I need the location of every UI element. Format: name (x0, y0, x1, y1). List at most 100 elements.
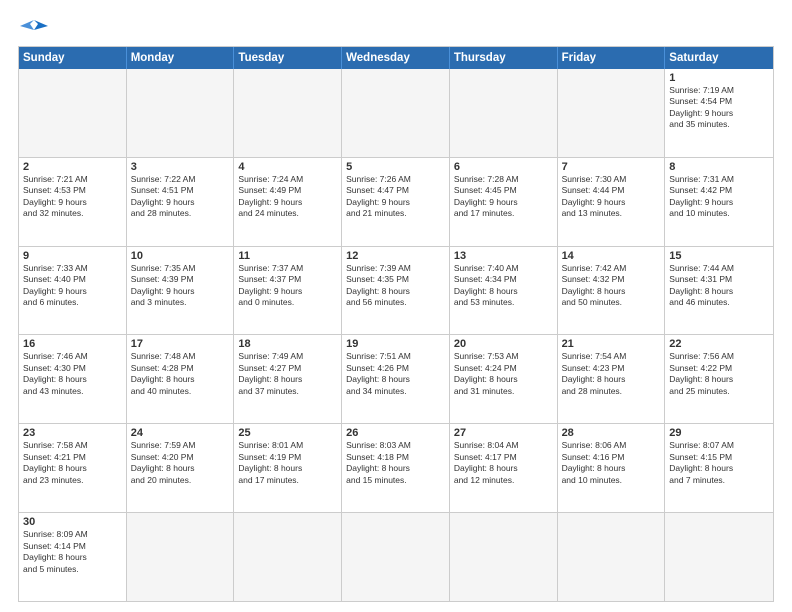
cell-info: Sunrise: 8:09 AM Sunset: 4:14 PM Dayligh… (23, 529, 122, 575)
calendar-cell (234, 69, 342, 157)
date-number: 20 (454, 338, 553, 350)
logo-bird-icon (20, 16, 48, 38)
cell-info: Sunrise: 8:06 AM Sunset: 4:16 PM Dayligh… (562, 440, 661, 486)
date-number: 12 (346, 250, 445, 262)
date-number: 7 (562, 161, 661, 173)
date-number: 29 (669, 427, 769, 439)
cell-info: Sunrise: 7:42 AM Sunset: 4:32 PM Dayligh… (562, 263, 661, 309)
weekday-header-friday: Friday (558, 47, 666, 69)
calendar-cell: 19Sunrise: 7:51 AM Sunset: 4:26 PM Dayli… (342, 335, 450, 423)
calendar-cell (19, 69, 127, 157)
date-number: 26 (346, 427, 445, 439)
calendar-row-2: 9Sunrise: 7:33 AM Sunset: 4:40 PM Daylig… (19, 247, 773, 336)
calendar-cell: 29Sunrise: 8:07 AM Sunset: 4:15 PM Dayli… (665, 424, 773, 512)
date-number: 15 (669, 250, 769, 262)
weekday-header-tuesday: Tuesday (234, 47, 342, 69)
calendar-cell: 17Sunrise: 7:48 AM Sunset: 4:28 PM Dayli… (127, 335, 235, 423)
date-number: 21 (562, 338, 661, 350)
calendar-cell: 6Sunrise: 7:28 AM Sunset: 4:45 PM Daylig… (450, 158, 558, 246)
calendar-cell: 3Sunrise: 7:22 AM Sunset: 4:51 PM Daylig… (127, 158, 235, 246)
cell-info: Sunrise: 7:26 AM Sunset: 4:47 PM Dayligh… (346, 174, 445, 220)
date-number: 27 (454, 427, 553, 439)
calendar-row-5: 30Sunrise: 8:09 AM Sunset: 4:14 PM Dayli… (19, 513, 773, 601)
cell-info: Sunrise: 8:04 AM Sunset: 4:17 PM Dayligh… (454, 440, 553, 486)
calendar-cell: 20Sunrise: 7:53 AM Sunset: 4:24 PM Dayli… (450, 335, 558, 423)
cell-info: Sunrise: 7:39 AM Sunset: 4:35 PM Dayligh… (346, 263, 445, 309)
date-number: 28 (562, 427, 661, 439)
date-number: 3 (131, 161, 230, 173)
calendar-cell: 2Sunrise: 7:21 AM Sunset: 4:53 PM Daylig… (19, 158, 127, 246)
calendar-cell (234, 513, 342, 601)
cell-info: Sunrise: 8:07 AM Sunset: 4:15 PM Dayligh… (669, 440, 769, 486)
date-number: 17 (131, 338, 230, 350)
calendar-cell: 18Sunrise: 7:49 AM Sunset: 4:27 PM Dayli… (234, 335, 342, 423)
cell-info: Sunrise: 7:54 AM Sunset: 4:23 PM Dayligh… (562, 351, 661, 397)
calendar-cell (342, 69, 450, 157)
calendar-cell: 27Sunrise: 8:04 AM Sunset: 4:17 PM Dayli… (450, 424, 558, 512)
date-number: 25 (238, 427, 337, 439)
date-number: 22 (669, 338, 769, 350)
calendar-cell: 13Sunrise: 7:40 AM Sunset: 4:34 PM Dayli… (450, 247, 558, 335)
calendar-cell: 14Sunrise: 7:42 AM Sunset: 4:32 PM Dayli… (558, 247, 666, 335)
calendar-cell (665, 513, 773, 601)
calendar-cell: 26Sunrise: 8:03 AM Sunset: 4:18 PM Dayli… (342, 424, 450, 512)
cell-info: Sunrise: 7:58 AM Sunset: 4:21 PM Dayligh… (23, 440, 122, 486)
calendar-cell: 7Sunrise: 7:30 AM Sunset: 4:44 PM Daylig… (558, 158, 666, 246)
date-number: 30 (23, 516, 122, 528)
calendar-cell: 22Sunrise: 7:56 AM Sunset: 4:22 PM Dayli… (665, 335, 773, 423)
header (18, 18, 774, 38)
cell-info: Sunrise: 7:37 AM Sunset: 4:37 PM Dayligh… (238, 263, 337, 309)
cell-info: Sunrise: 7:24 AM Sunset: 4:49 PM Dayligh… (238, 174, 337, 220)
weekday-header-wednesday: Wednesday (342, 47, 450, 69)
cell-info: Sunrise: 7:22 AM Sunset: 4:51 PM Dayligh… (131, 174, 230, 220)
calendar: SundayMondayTuesdayWednesdayThursdayFrid… (18, 46, 774, 602)
calendar-cell: 5Sunrise: 7:26 AM Sunset: 4:47 PM Daylig… (342, 158, 450, 246)
calendar-cell (127, 513, 235, 601)
cell-info: Sunrise: 8:01 AM Sunset: 4:19 PM Dayligh… (238, 440, 337, 486)
cell-info: Sunrise: 7:21 AM Sunset: 4:53 PM Dayligh… (23, 174, 122, 220)
cell-info: Sunrise: 7:30 AM Sunset: 4:44 PM Dayligh… (562, 174, 661, 220)
calendar-row-0: 1Sunrise: 7:19 AM Sunset: 4:54 PM Daylig… (19, 69, 773, 158)
calendar-cell: 15Sunrise: 7:44 AM Sunset: 4:31 PM Dayli… (665, 247, 773, 335)
date-number: 11 (238, 250, 337, 262)
calendar-cell: 11Sunrise: 7:37 AM Sunset: 4:37 PM Dayli… (234, 247, 342, 335)
calendar-cell: 23Sunrise: 7:58 AM Sunset: 4:21 PM Dayli… (19, 424, 127, 512)
calendar-cell: 12Sunrise: 7:39 AM Sunset: 4:35 PM Dayli… (342, 247, 450, 335)
date-number: 16 (23, 338, 122, 350)
date-number: 14 (562, 250, 661, 262)
date-number: 13 (454, 250, 553, 262)
calendar-cell: 9Sunrise: 7:33 AM Sunset: 4:40 PM Daylig… (19, 247, 127, 335)
cell-info: Sunrise: 7:31 AM Sunset: 4:42 PM Dayligh… (669, 174, 769, 220)
calendar-cell (127, 69, 235, 157)
date-number: 4 (238, 161, 337, 173)
calendar-row-3: 16Sunrise: 7:46 AM Sunset: 4:30 PM Dayli… (19, 335, 773, 424)
cell-info: Sunrise: 7:44 AM Sunset: 4:31 PM Dayligh… (669, 263, 769, 309)
calendar-cell: 21Sunrise: 7:54 AM Sunset: 4:23 PM Dayli… (558, 335, 666, 423)
calendar-cell (558, 69, 666, 157)
cell-info: Sunrise: 7:53 AM Sunset: 4:24 PM Dayligh… (454, 351, 553, 397)
date-number: 10 (131, 250, 230, 262)
calendar-header-row: SundayMondayTuesdayWednesdayThursdayFrid… (19, 47, 773, 69)
weekday-header-saturday: Saturday (665, 47, 773, 69)
date-number: 9 (23, 250, 122, 262)
calendar-cell (450, 69, 558, 157)
date-number: 6 (454, 161, 553, 173)
cell-info: Sunrise: 7:56 AM Sunset: 4:22 PM Dayligh… (669, 351, 769, 397)
cell-info: Sunrise: 7:33 AM Sunset: 4:40 PM Dayligh… (23, 263, 122, 309)
calendar-page: SundayMondayTuesdayWednesdayThursdayFrid… (0, 0, 792, 612)
date-number: 8 (669, 161, 769, 173)
calendar-cell: 10Sunrise: 7:35 AM Sunset: 4:39 PM Dayli… (127, 247, 235, 335)
cell-info: Sunrise: 7:46 AM Sunset: 4:30 PM Dayligh… (23, 351, 122, 397)
date-number: 2 (23, 161, 122, 173)
date-number: 23 (23, 427, 122, 439)
calendar-cell (558, 513, 666, 601)
calendar-cell: 4Sunrise: 7:24 AM Sunset: 4:49 PM Daylig… (234, 158, 342, 246)
calendar-cell (450, 513, 558, 601)
calendar-row-1: 2Sunrise: 7:21 AM Sunset: 4:53 PM Daylig… (19, 158, 773, 247)
date-number: 19 (346, 338, 445, 350)
cell-info: Sunrise: 7:59 AM Sunset: 4:20 PM Dayligh… (131, 440, 230, 486)
calendar-cell: 1Sunrise: 7:19 AM Sunset: 4:54 PM Daylig… (665, 69, 773, 157)
calendar-body: 1Sunrise: 7:19 AM Sunset: 4:54 PM Daylig… (19, 69, 773, 601)
cell-info: Sunrise: 7:51 AM Sunset: 4:26 PM Dayligh… (346, 351, 445, 397)
weekday-header-thursday: Thursday (450, 47, 558, 69)
